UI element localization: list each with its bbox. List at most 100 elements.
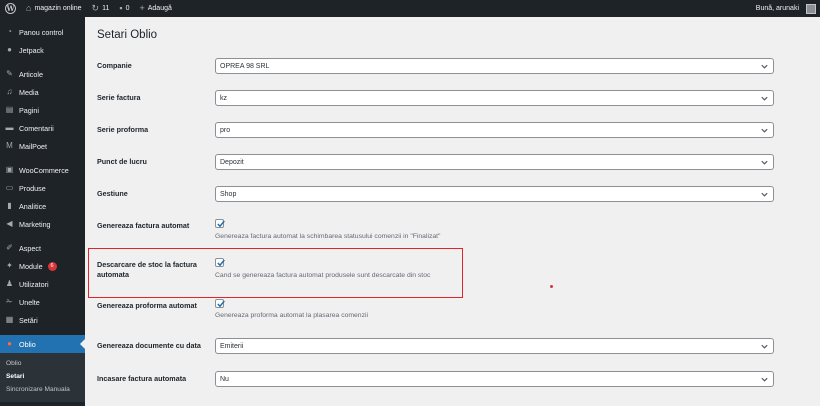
sidebar-item-comments[interactable]: ▬ Comentarii <box>0 119 85 137</box>
stock-discharge-label: Descarcare de stoc la factura automata <box>97 260 197 279</box>
chevron-down-icon <box>761 377 768 382</box>
mailpoet-icon: M <box>6 141 13 150</box>
sidebar-item-settings[interactable]: ▦ Setări <box>0 311 85 329</box>
woocommerce-icon: ▣ <box>5 165 14 174</box>
auto-proforma-description: Genereaza proforma automat la plasarea c… <box>215 312 369 319</box>
plugins-update-badge: 6 <box>47 261 57 271</box>
company-label: Companie <box>97 61 132 70</box>
auto-payment-label: Incasare factura automata <box>97 374 187 383</box>
workpoint-label: Punct de lucru <box>97 157 147 166</box>
products-icon: ▭ <box>5 183 14 192</box>
submenu-item-sincronizare[interactable]: Sincronizare Manuala <box>0 383 85 396</box>
sidebar-item-plugins[interactable]: ✦ Module 6 <box>0 257 85 275</box>
sidebar-item-marketing[interactable]: ◀ Marketing <box>0 215 85 233</box>
plugins-icon: ✦ <box>6 261 13 270</box>
checkmark-icon <box>217 259 225 267</box>
sidebar-item-appearance[interactable]: ✐ Aspect <box>0 239 85 257</box>
sidebar-item-mailpoet[interactable]: M MailPoet <box>0 137 85 155</box>
invoice-series-select[interactable]: kz <box>215 90 774 106</box>
sidebar-item-products[interactable]: ▭ Produse <box>0 179 85 197</box>
plus-icon: + <box>139 3 145 13</box>
auto-invoice-label: Genereaza factura automat <box>97 221 190 230</box>
document-date-label: Genereaza documente cu data <box>97 341 201 350</box>
comment-bubble-icon: ▪ <box>119 3 123 13</box>
updates-count: 11 <box>102 5 110 12</box>
jetpack-icon: ● <box>7 45 12 54</box>
chevron-down-icon <box>761 344 768 349</box>
my-account-link[interactable]: Bună, arunaki <box>751 0 820 17</box>
page-title: Setari Oblio <box>97 29 158 41</box>
document-date-select[interactable]: Emiterii <box>215 338 774 354</box>
pages-icon: ▤ <box>5 105 14 114</box>
stock-discharge-description: Cand se genereaza factura automat produs… <box>215 272 431 279</box>
users-icon: ♟ <box>5 279 14 288</box>
media-icon: ♫ <box>6 87 13 96</box>
site-name: magazin online <box>34 5 82 12</box>
admin-sidebar: ◔ Panou control ● Jetpack ✎ Articole ♫ Media… <box>0 17 85 406</box>
stock-discharge-checkbox[interactable] <box>215 258 225 267</box>
workpoint-value: Depozit <box>220 158 244 166</box>
auto-invoice-checkbox[interactable] <box>215 219 225 228</box>
auto-payment-select[interactable]: Nu <box>215 371 774 387</box>
add-new-link[interactable]: + Adaugă <box>134 0 176 17</box>
proforma-series-select[interactable]: pro <box>215 122 774 138</box>
invoice-series-value: kz <box>220 94 227 102</box>
updates-link[interactable]: ↻ 11 <box>87 0 115 17</box>
refresh-icon: ↻ <box>91 3 100 13</box>
workpoint-select[interactable]: Depozit <box>215 154 774 170</box>
settings-page: Setari Oblio Companie OPREA 98 SRL Serie… <box>85 17 820 406</box>
stock-management-value: Shop <box>220 190 237 198</box>
company-select[interactable]: OPREA 98 SRL <box>215 58 774 74</box>
sidebar-item-tools[interactable]: ✁ Unelte <box>0 293 85 311</box>
admin-bar: W ⌂ magazin online ↻ 11 ▪ 0 + Adaugă Bun… <box>0 0 820 17</box>
stock-management-select[interactable]: Shop <box>215 186 774 202</box>
submenu-item-setari[interactable]: Setari <box>0 370 85 383</box>
greeting: Bună, arunaki <box>755 5 799 12</box>
invoice-series-label: Serie factura <box>97 93 141 102</box>
checkmark-icon <box>217 300 225 308</box>
document-date-value: Emiterii <box>220 342 244 350</box>
pin-icon: ✎ <box>6 69 13 78</box>
avatar <box>806 3 816 14</box>
analytics-icon: ▮ <box>7 201 12 210</box>
comments-link[interactable]: ▪ 0 <box>114 0 134 17</box>
proforma-series-value: pro <box>220 126 231 134</box>
sidebar-item-dashboard[interactable]: ◔ Panou control <box>0 23 85 41</box>
sidebar-item-users[interactable]: ♟ Utilizatori <box>0 275 85 293</box>
wp-logo-menu[interactable]: W <box>0 0 21 17</box>
sidebar-item-posts[interactable]: ✎ Articole <box>0 65 85 83</box>
chevron-down-icon <box>761 96 768 101</box>
comments-icon: ▬ <box>5 123 14 132</box>
dashboard-icon: ◔ <box>7 27 12 36</box>
comments-count: 0 <box>125 5 130 12</box>
stock-management-label: Gestiune <box>97 189 128 198</box>
chevron-down-icon <box>761 160 768 165</box>
sidebar-item-media[interactable]: ♫ Media <box>0 83 85 101</box>
appearance-icon: ✐ <box>6 243 13 252</box>
sidebar-item-oblio[interactable]: ● Oblio <box>0 335 85 353</box>
home-icon: ⌂ <box>26 3 32 13</box>
checkmark-icon <box>217 220 225 228</box>
sidebar-item-jetpack[interactable]: ● Jetpack <box>0 41 85 59</box>
submenu-item-oblio[interactable]: Oblio <box>0 357 85 370</box>
tools-icon: ✁ <box>6 297 13 306</box>
marker-dot <box>550 285 553 288</box>
oblio-icon: ● <box>7 339 12 348</box>
chevron-down-icon <box>761 64 768 69</box>
site-name-link[interactable]: ⌂ magazin online <box>21 0 87 17</box>
sidebar-item-pages[interactable]: ▤ Pagini <box>0 101 85 119</box>
wordpress-icon: W <box>5 3 16 14</box>
chevron-down-icon <box>761 128 768 133</box>
auto-proforma-checkbox[interactable] <box>215 299 225 308</box>
proforma-series-label: Serie proforma <box>97 125 149 134</box>
add-new-label: Adaugă <box>147 5 172 12</box>
auto-payment-value: Nu <box>220 375 229 383</box>
marketing-icon: ◀ <box>6 219 13 228</box>
sidebar-item-woocommerce[interactable]: ▣ WooCommerce <box>0 161 85 179</box>
sidebar-item-analytics[interactable]: ▮ Analitice <box>0 197 85 215</box>
auto-invoice-description: Genereaza factura automat la schimbarea … <box>215 233 441 240</box>
oblio-submenu: Oblio Setari Sincronizare Manuala <box>0 353 85 402</box>
company-value: OPREA 98 SRL <box>220 62 270 70</box>
chevron-down-icon <box>761 192 768 197</box>
auto-proforma-label: Genereaza proforma automat <box>97 301 197 310</box>
